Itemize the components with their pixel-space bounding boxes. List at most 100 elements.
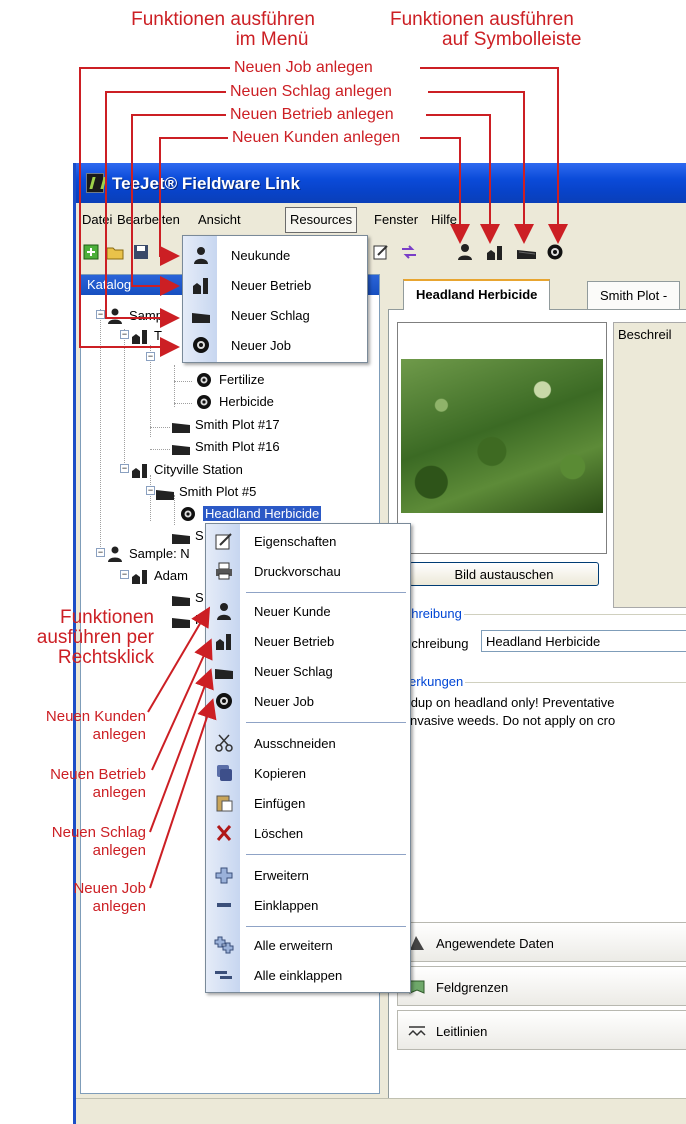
collapse-toggle[interactable]: − bbox=[120, 464, 129, 473]
tree-item-headland-selected[interactable]: Headland Herbicide bbox=[179, 504, 369, 524]
tab-smith-plot[interactable]: Smith Plot - bbox=[587, 281, 681, 309]
guidelines-icon bbox=[408, 1026, 426, 1037]
ctx-cut[interactable]: Ausschneiden bbox=[206, 728, 410, 758]
ctx-collapse[interactable]: Einklappen bbox=[206, 890, 410, 920]
customer-icon bbox=[108, 308, 122, 324]
toolbar-new-customer-icon[interactable] bbox=[456, 243, 474, 261]
ctx-copy[interactable]: Kopieren bbox=[206, 758, 410, 788]
app-logo-icon bbox=[86, 173, 104, 193]
field-icon bbox=[172, 534, 190, 544]
farm-icon bbox=[132, 330, 147, 344]
field-icon bbox=[172, 618, 190, 628]
status-bar bbox=[76, 1098, 686, 1124]
job-icon bbox=[181, 507, 195, 521]
menu-bearbeiten[interactable]: Bearbeiten bbox=[117, 212, 180, 227]
field-icon bbox=[172, 445, 190, 455]
annotation-new-customer: Neuen Kunden anlegen bbox=[230, 129, 403, 147]
ctx-new-farm[interactable]: Neuer Betrieb bbox=[206, 626, 410, 656]
tree-item-adam[interactable]: Adam bbox=[130, 566, 210, 586]
toolbar-annotation-heading: Funktionen ausführen auf Symbolleiste bbox=[390, 9, 582, 50]
tree-item-plot16[interactable]: Smith Plot #16 bbox=[171, 437, 341, 457]
ctx-new-job[interactable]: Neuer Job bbox=[206, 686, 410, 716]
annotation-left-new-farm: Neuen Betrieb anlegen bbox=[50, 766, 146, 801]
replace-image-button[interactable]: Bild austauschen bbox=[409, 562, 599, 586]
farm-icon bbox=[193, 278, 208, 294]
tree-item-fertilize[interactable]: Fertilize bbox=[195, 370, 345, 390]
properties-icon bbox=[215, 533, 232, 550]
toolbar-new-field-icon[interactable] bbox=[516, 243, 538, 261]
save-icon[interactable] bbox=[132, 243, 150, 261]
collapse-toggle[interactable]: − bbox=[120, 330, 129, 339]
menu-ansicht[interactable]: Ansicht bbox=[198, 212, 241, 227]
delete-icon bbox=[216, 825, 232, 841]
tree-item-sample2[interactable]: Sample: N bbox=[105, 544, 215, 564]
field-boundaries-button[interactable]: Feldgrenzen bbox=[397, 966, 686, 1006]
field-icon bbox=[156, 490, 174, 500]
properties-icon[interactable] bbox=[372, 243, 390, 261]
new-icon[interactable] bbox=[82, 243, 100, 261]
toolbar-new-job-icon[interactable] bbox=[546, 243, 564, 261]
title-bar[interactable]: TeeJet® Fieldware Link bbox=[76, 163, 686, 203]
annotation-left-new-customer: Neuen Kunden anlegen bbox=[45, 708, 146, 743]
tree-item-plot5[interactable]: Smith Plot #5 bbox=[155, 482, 325, 502]
notes-text[interactable]: oundup on headland only! Preventative op… bbox=[389, 694, 615, 730]
menu-annotation-heading: Funktionen ausführen im Menü bbox=[131, 9, 315, 50]
farm-icon bbox=[216, 634, 231, 650]
job-icon bbox=[193, 337, 209, 353]
description-input[interactable]: Headland Herbicide bbox=[481, 630, 686, 652]
tree-item-herbicide[interactable]: Herbicide bbox=[195, 392, 345, 412]
printer-icon bbox=[216, 562, 232, 580]
collapse-toggle[interactable]: − bbox=[96, 548, 105, 557]
ctx-new-field[interactable]: Neuer Schlag bbox=[206, 656, 410, 686]
description-box[interactable]: Beschreil bbox=[613, 322, 686, 608]
menu-resources[interactable]: Resources bbox=[285, 207, 358, 233]
ctx-paste[interactable]: Einfügen bbox=[206, 788, 410, 818]
ctx-expand-all[interactable]: Alle erweitern bbox=[206, 930, 410, 960]
menu-item-new-customer[interactable]: Neukunde bbox=[183, 240, 367, 270]
collapse-toggle[interactable]: − bbox=[120, 570, 129, 579]
annotation-new-farm: Neuen Betrieb anlegen bbox=[228, 106, 396, 124]
menu-hilfe[interactable]: Hilfe bbox=[431, 212, 457, 227]
context-menu: Eigenschaften Druckvorschau Neuer Kunde … bbox=[205, 523, 411, 993]
tree-item-cityville[interactable]: Cityville Station bbox=[130, 460, 310, 480]
detail-content: Beschreil Bild austauschen eschreibung B… bbox=[388, 309, 686, 1099]
applied-data-button[interactable]: Angewendete Daten bbox=[397, 922, 686, 962]
guidelines-button[interactable]: Leitlinien bbox=[397, 1010, 686, 1050]
farm-icon bbox=[132, 570, 147, 584]
tree-item-plot17[interactable]: Smith Plot #17 bbox=[171, 415, 341, 435]
ctx-collapse-all[interactable]: Alle einklappen bbox=[206, 960, 410, 990]
ctx-properties[interactable]: Eigenschaften bbox=[206, 526, 410, 556]
menu-item-new-job[interactable]: Neuer Job bbox=[183, 330, 367, 360]
collapse-toggle[interactable]: − bbox=[146, 486, 155, 495]
open-folder-icon[interactable] bbox=[106, 243, 124, 261]
ctx-delete[interactable]: Löschen bbox=[206, 818, 410, 848]
image-frame bbox=[397, 322, 607, 554]
expand-all-icon bbox=[214, 936, 234, 954]
ctx-print-preview[interactable]: Druckvorschau bbox=[206, 556, 410, 586]
collapse-toggle[interactable]: − bbox=[146, 352, 155, 361]
menu-item-new-farm[interactable]: Neuer Betrieb bbox=[183, 270, 367, 300]
job-icon bbox=[197, 373, 211, 387]
toolbar-new-farm-icon[interactable] bbox=[486, 243, 504, 261]
job-icon bbox=[197, 395, 211, 409]
copy-icon bbox=[217, 765, 232, 781]
ctx-expand[interactable]: Erweitern bbox=[206, 860, 410, 890]
collapse-all-icon bbox=[215, 971, 232, 979]
transfer-icon[interactable] bbox=[400, 243, 418, 261]
menu-item-new-field[interactable]: Neuer Schlag bbox=[183, 300, 367, 330]
field-icon bbox=[192, 313, 210, 323]
window-title: TeeJet® Fieldware Link bbox=[112, 174, 300, 193]
collapse-toggle[interactable]: − bbox=[96, 310, 105, 319]
tab-headland-herbicide[interactable]: Headland Herbicide bbox=[403, 279, 551, 310]
annotation-left-new-job: Neuen Job anlegen bbox=[73, 880, 146, 915]
annotation-new-field: Neuen Schlag anlegen bbox=[228, 83, 394, 101]
job-icon bbox=[216, 693, 232, 709]
collapse-icon bbox=[217, 903, 231, 907]
menu-fenster[interactable]: Fenster bbox=[374, 212, 418, 227]
field-icon bbox=[215, 669, 233, 679]
annotation-left-new-field: Neuen Schlag anlegen bbox=[51, 824, 146, 859]
toolbar bbox=[76, 235, 686, 265]
ctx-new-customer[interactable]: Neuer Kunde bbox=[206, 596, 410, 626]
menu-datei[interactable]: Datei bbox=[82, 212, 112, 227]
field-icon bbox=[172, 596, 190, 606]
